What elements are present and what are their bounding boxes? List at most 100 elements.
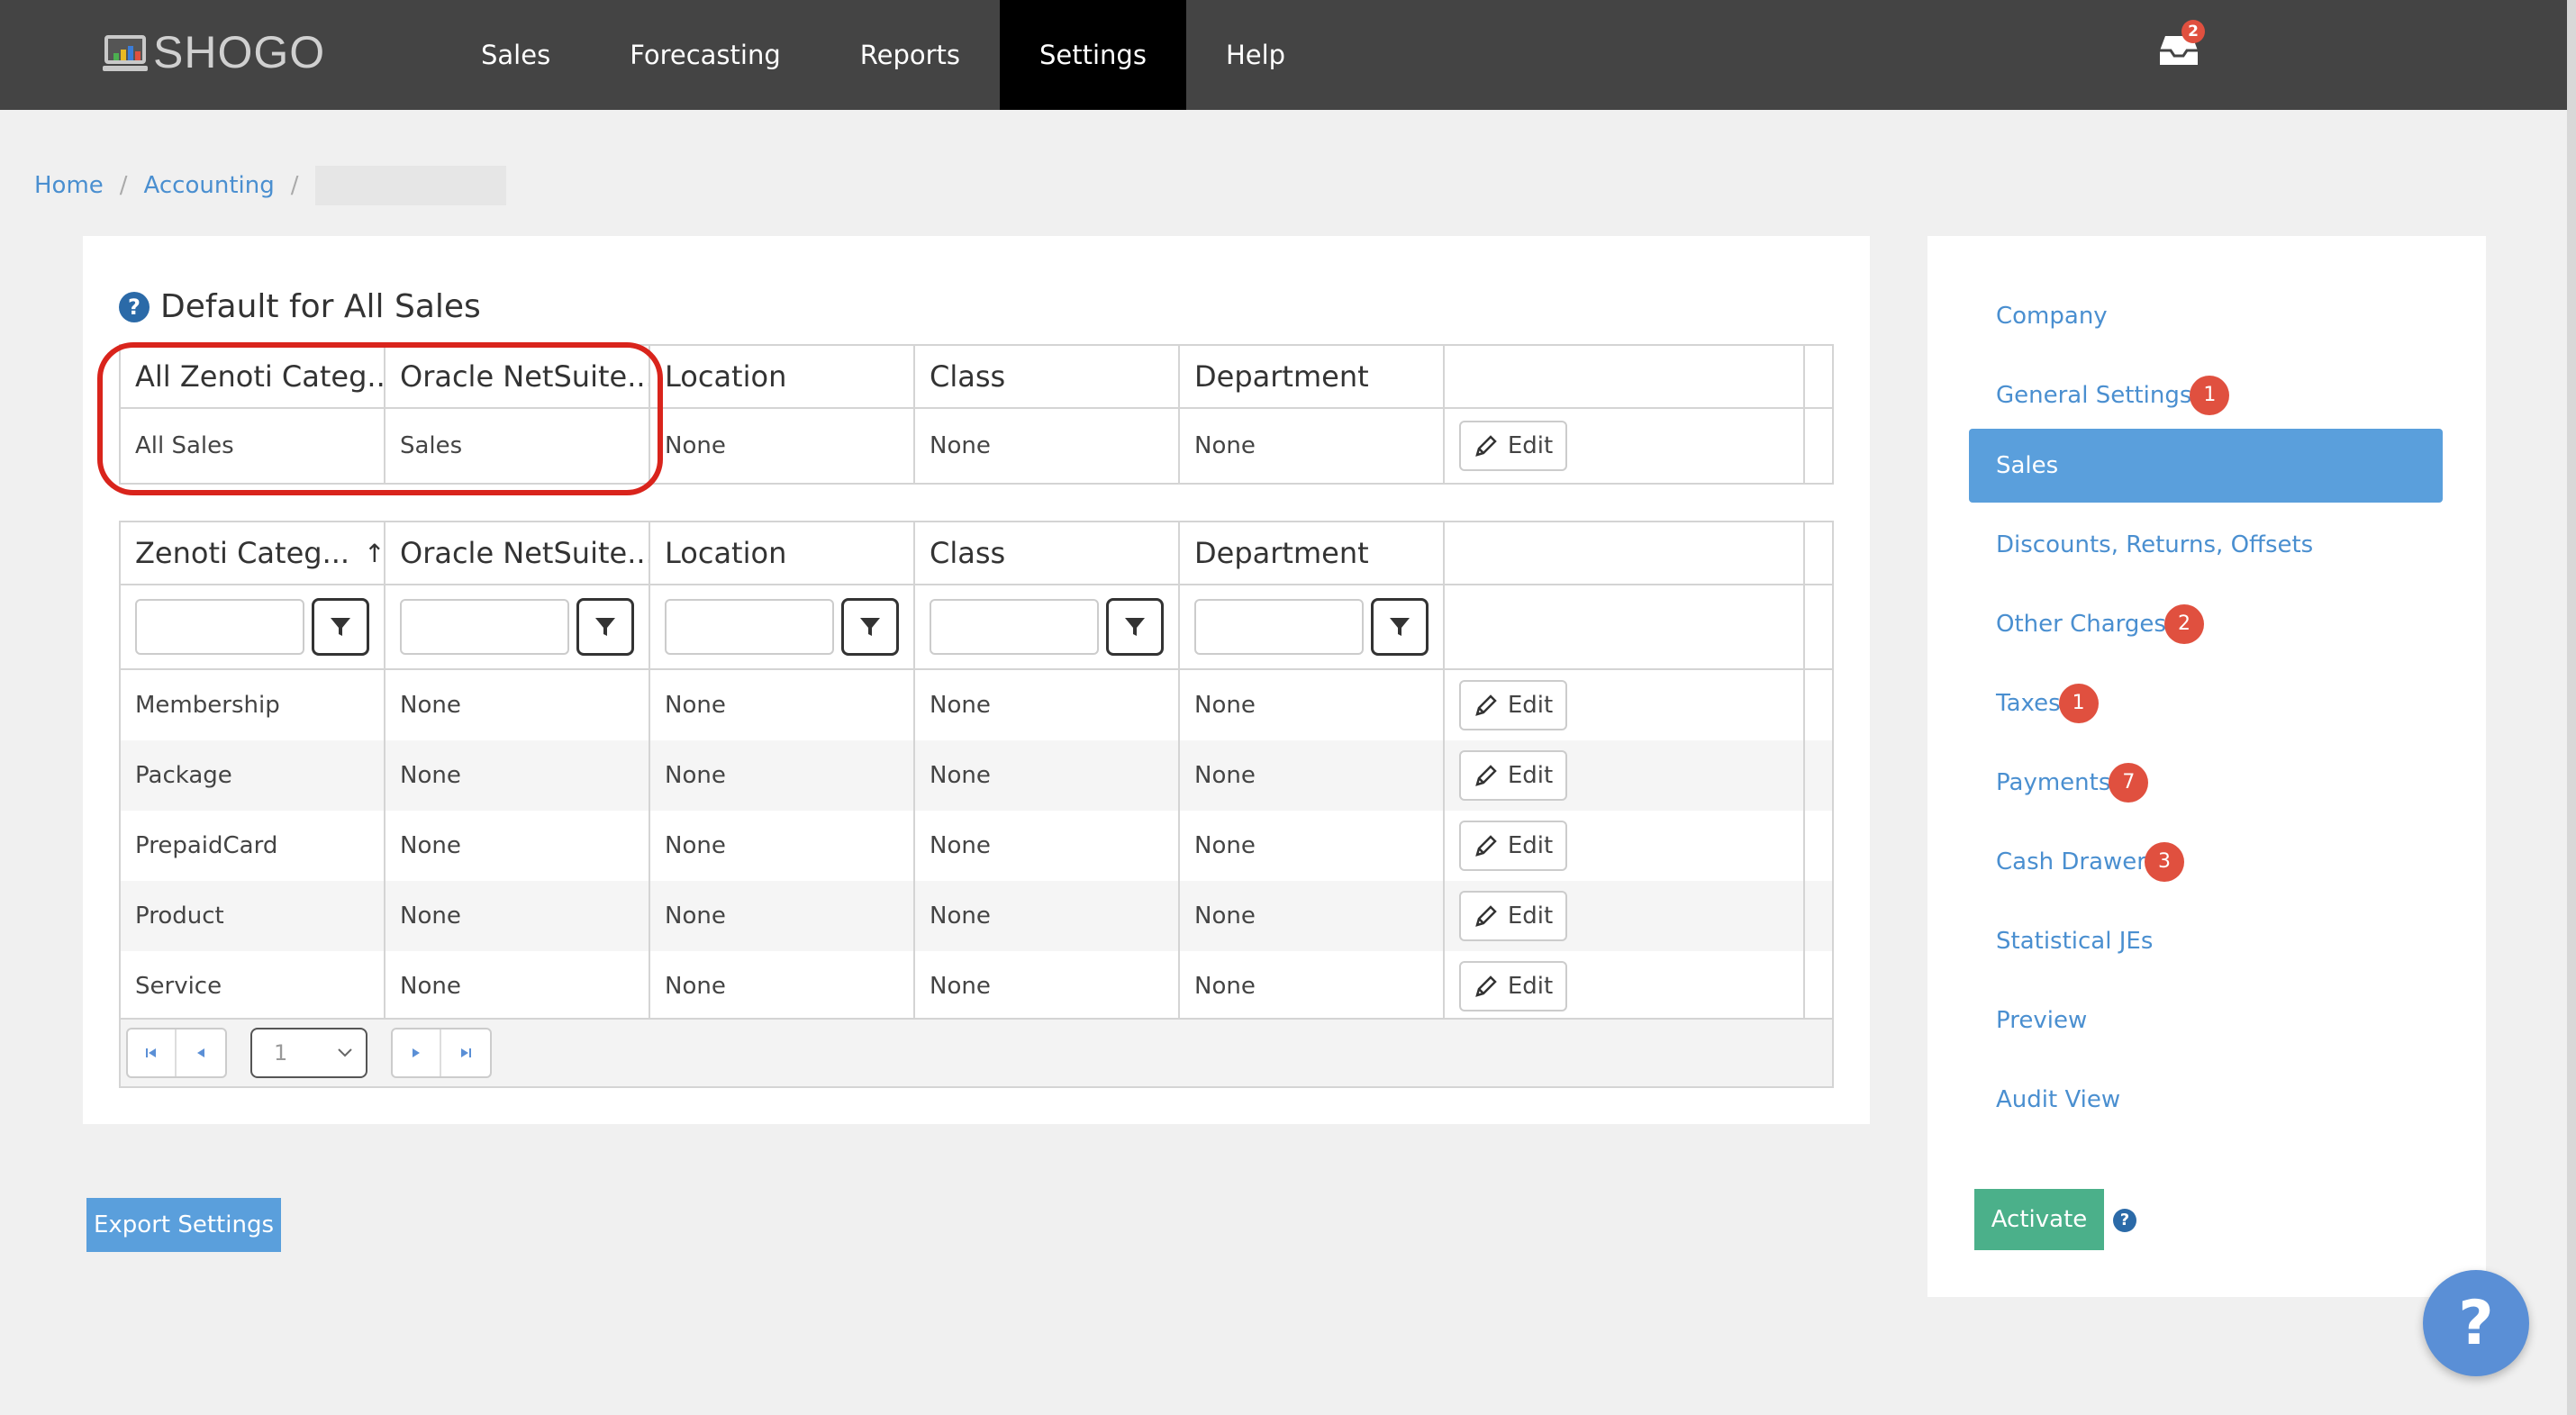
filter-cell-category — [121, 585, 385, 668]
sidebar-item-label: Audit View — [1996, 1086, 2121, 1113]
column-header-actions — [1445, 522, 1805, 584]
edit-button[interactable]: Edit — [1459, 821, 1567, 871]
cell-actions: Edit — [1445, 881, 1805, 951]
grid-scroll-gutter — [1805, 811, 1832, 881]
sidebar-item-label: Statistical JEs — [1996, 928, 2154, 955]
filter-input-department[interactable] — [1194, 599, 1364, 655]
sidebar-item-statistical-jes[interactable]: Statistical JEs — [1969, 904, 2443, 978]
grid-scroll-gutter — [1805, 585, 1832, 668]
edit-button[interactable]: Edit — [1459, 680, 1567, 730]
nav-forecasting[interactable]: Forecasting — [590, 0, 821, 110]
breadcrumb-accounting[interactable]: Accounting — [144, 172, 275, 199]
help-fab-button[interactable]: ? — [2423, 1270, 2529, 1376]
nav-reports[interactable]: Reports — [821, 0, 1000, 110]
cell-netsuite: None — [385, 951, 650, 1021]
last-page-button[interactable] — [441, 1030, 490, 1076]
sidebar-item-sales[interactable]: Sales — [1969, 429, 2443, 503]
nav-settings[interactable]: Settings — [1000, 0, 1186, 110]
edit-button[interactable]: Edit — [1459, 891, 1567, 941]
sort-ascending-icon: ↑ — [364, 538, 385, 568]
previous-page-button[interactable] — [177, 1030, 225, 1076]
sidebar-item-label: Discounts, Returns, Offsets — [1996, 531, 2314, 558]
sidebar-item-discounts-returns-offsets[interactable]: Discounts, Returns, Offsets — [1969, 508, 2443, 582]
edit-button[interactable]: Edit — [1459, 961, 1567, 1011]
sidebar-item-general-settings[interactable]: General Settings 1 — [1969, 358, 2443, 432]
column-header-location[interactable]: Location — [650, 346, 915, 407]
page-number-value: 1 — [274, 1040, 288, 1066]
sidebar-item-label: Taxes — [1996, 690, 2061, 717]
sidebar-item-other-charges[interactable]: Other Charges 2 — [1969, 587, 2443, 661]
notifications-button[interactable]: 2 — [2158, 20, 2205, 68]
breadcrumb-home[interactable]: Home — [34, 172, 104, 199]
edit-button[interactable]: Edit — [1459, 421, 1567, 471]
cell-actions: Edit — [1445, 740, 1805, 811]
sidebar-item-label: Preview — [1996, 1007, 2088, 1034]
column-header-location[interactable]: Location — [650, 522, 915, 584]
cell-netsuite: None — [385, 811, 650, 881]
filter-button-netsuite[interactable] — [576, 598, 634, 656]
sidebar-item-label: Other Charges — [1996, 611, 2166, 638]
pager-prev-group — [126, 1028, 227, 1078]
sidebar-item-payments[interactable]: Payments 7 — [1969, 746, 2443, 820]
first-page-icon — [146, 1048, 156, 1057]
sidebar-item-count-badge: 1 — [2190, 376, 2230, 415]
cell-actions: Edit — [1445, 951, 1805, 1021]
column-header-department[interactable]: Department — [1180, 522, 1445, 584]
export-settings-button[interactable]: Export Settings — [86, 1198, 281, 1252]
filter-input-location[interactable] — [665, 599, 834, 655]
filter-button-department[interactable] — [1371, 598, 1429, 656]
filter-input-category[interactable] — [135, 599, 304, 655]
activate-button[interactable]: Activate — [1974, 1189, 2104, 1250]
edit-button-label: Edit — [1507, 973, 1554, 1000]
cell-category: Product — [121, 881, 385, 951]
cell-netsuite: None — [385, 881, 650, 951]
grid-header-row: Zenoti Categ... ↑ Oracle NetSuite... Loc… — [121, 522, 1832, 585]
cell-location: None — [650, 409, 915, 483]
nav-sales[interactable]: Sales — [441, 0, 590, 110]
category-mapping-grid: Zenoti Categ... ↑ Oracle NetSuite... Loc… — [119, 521, 1834, 1088]
nav-help[interactable]: Help — [1186, 0, 1325, 110]
cell-actions: Edit — [1445, 670, 1805, 740]
column-header-department[interactable]: Department — [1180, 346, 1445, 407]
pencil-icon — [1474, 765, 1497, 786]
edit-button-label: Edit — [1507, 432, 1554, 459]
grid-scroll-gutter — [1805, 409, 1832, 483]
pencil-icon — [1474, 694, 1497, 716]
cell-class: None — [915, 811, 1180, 881]
column-header-class[interactable]: Class — [915, 522, 1180, 584]
filter-button-location[interactable] — [841, 598, 899, 656]
grid-scroll-gutter — [1805, 346, 1832, 407]
filter-cell-class — [915, 585, 1180, 668]
cell-class: None — [915, 409, 1180, 483]
sidebar-item-taxes[interactable]: Taxes 1 — [1969, 667, 2443, 740]
top-nav-bar: SHOGO Sales Forecasting Reports Settings… — [0, 0, 2567, 110]
sidebar-item-label: Company — [1996, 303, 2108, 330]
sidebar-item-cash-drawer[interactable]: Cash Drawer 3 — [1969, 825, 2443, 899]
column-header-zenoti-category[interactable]: Zenoti Categ... ↑ — [121, 522, 385, 584]
page-number-select[interactable]: 1 — [250, 1028, 367, 1078]
cell-actions: Edit — [1445, 409, 1805, 483]
filter-button-category[interactable] — [312, 598, 369, 656]
filter-button-class[interactable] — [1106, 598, 1164, 656]
filter-input-class[interactable] — [930, 599, 1099, 655]
sidebar-item-company[interactable]: Company — [1969, 279, 2443, 353]
next-page-button[interactable] — [393, 1030, 441, 1076]
first-page-button[interactable] — [128, 1030, 177, 1076]
cell-category: PrepaidCard — [121, 811, 385, 881]
column-header-class[interactable]: Class — [915, 346, 1180, 407]
shogo-logo[interactable]: SHOGO — [103, 25, 325, 79]
cell-class: None — [915, 951, 1180, 1021]
sidebar-item-audit-view[interactable]: Audit View — [1969, 1063, 2443, 1137]
sidebar-item-preview[interactable]: Preview — [1969, 984, 2443, 1057]
filter-input-netsuite[interactable] — [400, 599, 569, 655]
cell-netsuite: None — [385, 740, 650, 811]
question-circle-icon[interactable]: ? — [2113, 1209, 2136, 1232]
window-scrollbar[interactable] — [2567, 0, 2576, 1415]
edit-button[interactable]: Edit — [1459, 750, 1567, 801]
last-page-icon — [461, 1048, 471, 1057]
cell-class: None — [915, 670, 1180, 740]
grid-scroll-gutter — [1805, 881, 1832, 951]
sidebar-item-count-badge: 7 — [2109, 763, 2149, 803]
question-circle-icon[interactable]: ? — [119, 291, 150, 322]
column-header-oracle-netsuite[interactable]: Oracle NetSuite... — [385, 522, 650, 584]
